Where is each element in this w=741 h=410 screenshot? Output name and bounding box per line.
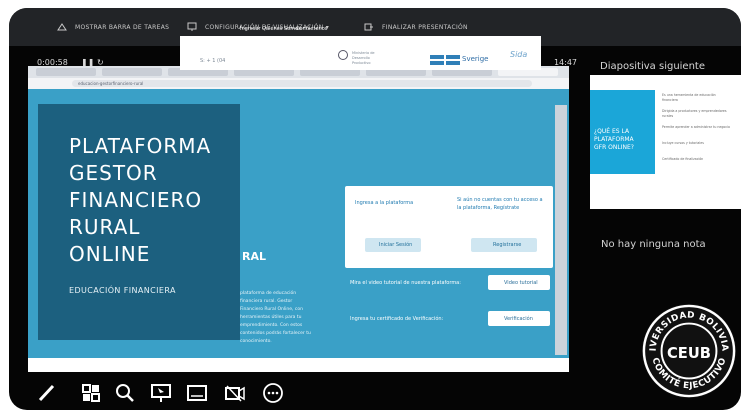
show-taskbar-button[interactable]: MOSTRAR BARRA DE TAREAS: [57, 21, 169, 33]
browser-scrollbar: [555, 105, 567, 355]
slide-title-line: RURAL: [69, 215, 141, 239]
address-bar: educacion-gestorfinanciero-rural: [72, 80, 532, 87]
verification-label: Verificación: [504, 316, 533, 322]
register-button[interactable]: Registrarse: [471, 238, 537, 252]
ministry-emblem-icon: [338, 50, 348, 60]
next-slide-thumbnail[interactable]: ¿QUÉ ES LA PLATAFORMA GFR ONLINE? Es una…: [590, 75, 741, 209]
verification-button[interactable]: Verificación: [488, 311, 550, 326]
login-card: Ingresa a la plataforma Si aún no cuenta…: [345, 186, 553, 268]
presenter-tools: [0, 372, 741, 410]
next-slide-bullet: Certificado de finalización: [662, 157, 704, 161]
verify-row-label: Ingresa tu certificado de Verificación:: [350, 316, 444, 322]
show-taskbar-label: MOSTRAR BARRA DE TAREAS: [75, 23, 170, 31]
subtitles-icon[interactable]: [186, 382, 208, 404]
taskbar-icon: [57, 23, 67, 31]
next-slide-title-line: GFR ONLINE?: [594, 144, 634, 151]
all-slides-icon[interactable]: [80, 382, 102, 404]
monitor-icon: [187, 22, 197, 31]
slide-subtitle: EDUCACIÓN FINANCIERA: [69, 286, 176, 295]
slide-title-line: FINANCIERO: [69, 188, 203, 212]
ministry-name: Ministerio de Desarrollo Productivo: [352, 51, 375, 66]
browser-tab: [36, 68, 96, 76]
zoom-icon[interactable]: [114, 382, 136, 404]
login-label: Ingresa a la plataforma: [355, 200, 414, 206]
ceub-seal-icon: UNIVERSIDAD BOLIVIANA COMITÉ EJECUTIVO C…: [640, 302, 737, 399]
nav-link: Ingresar: [240, 26, 261, 32]
browser-address-row: educacion-gestorfinanciero-rural: [28, 78, 569, 89]
video-row-label: Mira el video tutorial de nuestra plataf…: [350, 280, 461, 286]
video-tutorial-button[interactable]: Video tutorial: [488, 275, 550, 290]
sida-logo-text: Sida: [510, 50, 528, 59]
next-slide-title-panel: ¿QUÉ ES LA PLATAFORMA GFR ONLINE?: [590, 90, 655, 174]
site-paragraph: plataforma de educación financiera rural…: [240, 291, 311, 344]
next-slide-bullet: Permite aprender a administrar tu negoci…: [662, 125, 730, 129]
ministry-name-line: Productivo: [352, 61, 371, 65]
site-nav: Ingresar Quiénes Somos Contáctenos: [200, 25, 541, 35]
header-phone: S: + 1 (04: [200, 58, 226, 64]
login-button[interactable]: Iniciar Sesión: [365, 238, 421, 252]
slide-title-line: GESTOR: [69, 161, 158, 185]
notes-empty-text: No hay ninguna nota: [601, 239, 706, 250]
next-slide-title-line: ¿QUÉ ES LA: [594, 128, 630, 135]
nav-link: Contáctenos: [296, 26, 328, 32]
sverige-logo-text: Sverige: [462, 55, 489, 63]
video-tutorial-label: Video tutorial: [504, 280, 538, 286]
next-slide-bullet: Incluye cursos y tutoriales: [662, 141, 704, 145]
slide-title-line: ONLINE: [69, 242, 151, 266]
pen-icon[interactable]: [36, 382, 58, 404]
login-button-label: Iniciar Sesión: [379, 242, 413, 248]
slide-bottom-band: [28, 358, 569, 372]
slide-title-line: PLATAFORMA: [69, 134, 212, 158]
pointer-screen-icon[interactable]: [150, 382, 172, 404]
seal-monogram: CEUB: [667, 345, 711, 362]
register-button-label: Registrarse: [493, 242, 522, 248]
nav-link: Quiénes Somos: [262, 26, 301, 32]
camera-off-icon[interactable]: [224, 382, 246, 404]
next-slide-bullet: Es una herramienta de educación financie…: [662, 93, 716, 102]
browser-tab: [102, 68, 162, 76]
next-slide-label: Diapositiva siguiente: [600, 61, 705, 72]
next-slide-bullet: Dirigida a productores y emprendedores r…: [662, 109, 727, 118]
register-label: Si aún no cuentas con tu acceso a la pla…: [457, 197, 543, 211]
next-slide-title-line: PLATAFORMA: [594, 136, 634, 143]
address-text: educacion-gestorfinanciero-rural: [78, 81, 144, 86]
more-options-icon[interactable]: [262, 382, 284, 404]
site-heading-fragment: RAL: [242, 250, 266, 263]
